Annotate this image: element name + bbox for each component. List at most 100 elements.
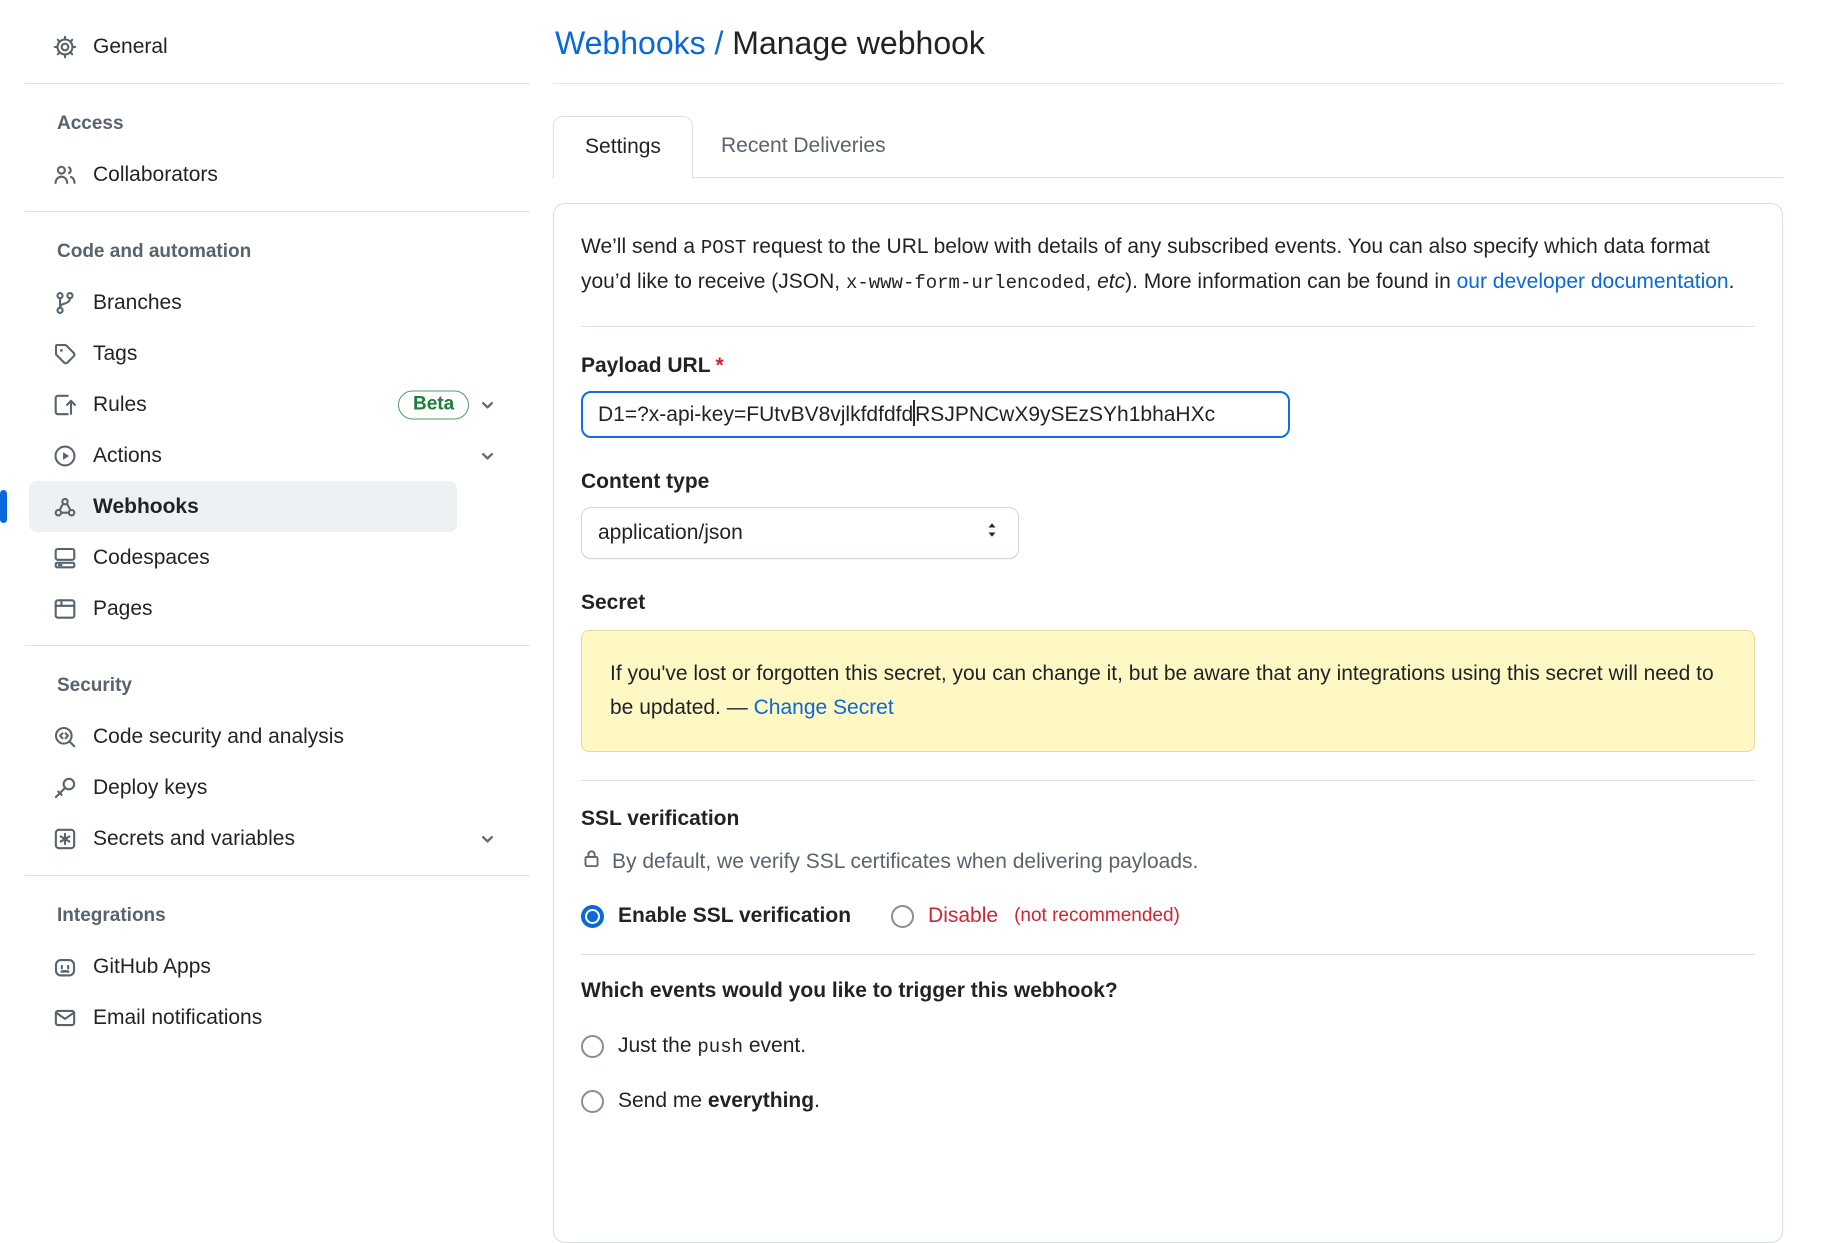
disable-ssl-note: (not recommended) [1014, 905, 1180, 927]
sidebar-item-label: Rules [93, 393, 147, 417]
payload-url-label-text: Payload URL [581, 354, 711, 377]
sidebar-item-label: Webhooks [93, 495, 199, 519]
play-icon [53, 444, 77, 468]
webhook-settings-main: Webhooks / Manage webhook Settings Recen… [553, 0, 1783, 1243]
ssl-description-text: By default, we verify SSL certificates w… [612, 850, 1198, 874]
page-title-current: Manage webhook [732, 25, 985, 61]
event-option-push-row: Just the push event. [581, 1034, 1755, 1058]
etc-italic: etc [1097, 270, 1125, 293]
required-asterisk: * [716, 354, 724, 377]
mail-icon [53, 1006, 77, 1030]
breadcrumb-separator: / [706, 25, 733, 61]
content-type-value: application/json [598, 521, 982, 545]
radio-unchecked-icon[interactable] [581, 1090, 604, 1113]
radio-checked-icon[interactable] [581, 905, 604, 928]
secret-warning-banner: If you've lost or forgotten this secret,… [581, 630, 1755, 752]
webhook-settings-card: We’ll send a POST request to the URL bel… [553, 203, 1783, 1243]
browser-icon [53, 597, 77, 621]
page-title: Webhooks / Manage webhook [553, 0, 1783, 84]
sidebar-item-deploy-keys[interactable]: Deploy keys [29, 762, 457, 813]
section-divider [581, 954, 1755, 955]
description-text: ). More information can be found in [1125, 270, 1457, 293]
sidebar-divider [25, 875, 530, 876]
sidebar-section-security: Security [0, 660, 531, 711]
webhooks-breadcrumb-link[interactable]: Webhooks [555, 25, 706, 61]
sidebar-item-collaborators[interactable]: Collaborators [29, 149, 457, 200]
sidebar-item-code-security[interactable]: Code security and analysis [29, 711, 457, 762]
disable-ssl-label: Disable [928, 904, 998, 928]
urlencoded-code: x-www-form-urlencoded [846, 272, 1085, 294]
chevron-down-icon[interactable] [477, 394, 498, 415]
lock-icon [581, 848, 602, 875]
payload-url-input[interactable]: D1=?x-api-key=FUtvBV8vjlkfdfdfdRSJPNCwX9… [581, 391, 1290, 438]
disable-ssl-radio[interactable]: Disable (not recommended) [891, 904, 1180, 928]
sidebar-item-general[interactable]: General [29, 21, 457, 72]
sidebar-item-label: Tags [93, 342, 137, 366]
label-text: Send me [618, 1089, 708, 1112]
content-type-select[interactable]: application/json [581, 507, 1019, 559]
sidebar-item-label: Email notifications [93, 1006, 262, 1030]
description-text: , [1085, 270, 1097, 293]
repo-settings-sidebar: General Access Collaborators Code and au… [0, 0, 531, 1043]
sidebar-section-code-automation: Code and automation [0, 226, 531, 277]
sidebar-item-label: GitHub Apps [93, 955, 211, 979]
sidebar-item-label: Pages [93, 597, 153, 621]
sidebar-divider [25, 645, 530, 646]
sidebar-item-codespaces[interactable]: Codespaces [29, 532, 457, 583]
sidebar-item-branches[interactable]: Branches [29, 277, 457, 328]
radio-unchecked-icon[interactable] [891, 905, 914, 928]
people-icon [53, 163, 77, 187]
change-secret-link[interactable]: Change Secret [754, 696, 894, 719]
sidebar-item-tags[interactable]: Tags [29, 328, 457, 379]
label-text: Just the [618, 1034, 697, 1057]
rules-icon [53, 393, 77, 417]
sidebar-item-label: Code security and analysis [93, 725, 344, 749]
sidebar-item-label: Branches [93, 291, 182, 315]
sidebar-item-label: General [93, 35, 168, 59]
tab-settings[interactable]: Settings [553, 116, 693, 179]
sidebar-item-secrets-variables[interactable]: Secrets and variables [29, 813, 457, 864]
webhook-tabs: Settings Recent Deliveries [553, 114, 1783, 178]
send-everything-radio[interactable]: Send me everything. [581, 1089, 820, 1113]
sidebar-item-github-apps[interactable]: GitHub Apps [29, 941, 457, 992]
sidebar-section-integrations: Integrations [0, 890, 531, 941]
post-code: POST [701, 237, 747, 259]
git-branch-icon [53, 291, 77, 315]
unfold-icon [982, 520, 1002, 546]
description-text: . [1729, 270, 1735, 293]
sidebar-item-label: Secrets and variables [93, 827, 295, 851]
sidebar-item-actions[interactable]: Actions [29, 430, 457, 481]
secret-label: Secret [581, 591, 1755, 615]
sidebar-item-rules[interactable]: Rules [29, 379, 457, 430]
description-text: We’ll send a [581, 235, 701, 258]
radio-unchecked-icon[interactable] [581, 1035, 604, 1058]
event-option-everything-row: Send me everything. [581, 1089, 1755, 1113]
enable-ssl-radio[interactable]: Enable SSL verification [581, 904, 851, 928]
chevron-down-icon[interactable] [477, 445, 498, 466]
enable-ssl-label: Enable SSL verification [618, 904, 851, 928]
sidebar-item-label: Collaborators [93, 163, 218, 187]
label-text: . [814, 1089, 820, 1112]
sidebar-item-email-notifications[interactable]: Email notifications [29, 992, 457, 1043]
key-icon [53, 776, 77, 800]
ssl-description-row: By default, we verify SSL certificates w… [581, 848, 1755, 875]
gear-icon [53, 35, 77, 59]
sidebar-item-pages[interactable]: Pages [29, 583, 457, 634]
ssl-radio-group: Enable SSL verification Disable (not rec… [581, 904, 1755, 928]
tab-recent-deliveries[interactable]: Recent Deliveries [693, 114, 914, 177]
sidebar-divider [25, 83, 530, 84]
everything-bold: everything [708, 1089, 814, 1112]
payload-url-value: RSJPNCwX9ySEzSYh1bhaHXc [915, 403, 1215, 426]
developer-documentation-link[interactable]: our developer documentation [1457, 270, 1729, 293]
webhook-description: We’ll send a POST request to the URL bel… [581, 230, 1755, 300]
content-type-label: Content type [581, 470, 1755, 494]
sidebar-item-webhooks[interactable]: Webhooks [29, 481, 457, 532]
chevron-down-icon[interactable] [477, 828, 498, 849]
just-push-event-radio[interactable]: Just the push event. [581, 1034, 806, 1058]
push-code: push [697, 1036, 743, 1058]
events-question-heading: Which events would you like to trigger t… [581, 979, 1755, 1003]
hubot-icon [53, 955, 77, 979]
section-divider [581, 326, 1755, 327]
payload-url-label: Payload URL* [581, 354, 1755, 378]
sidebar-item-label: Deploy keys [93, 776, 207, 800]
